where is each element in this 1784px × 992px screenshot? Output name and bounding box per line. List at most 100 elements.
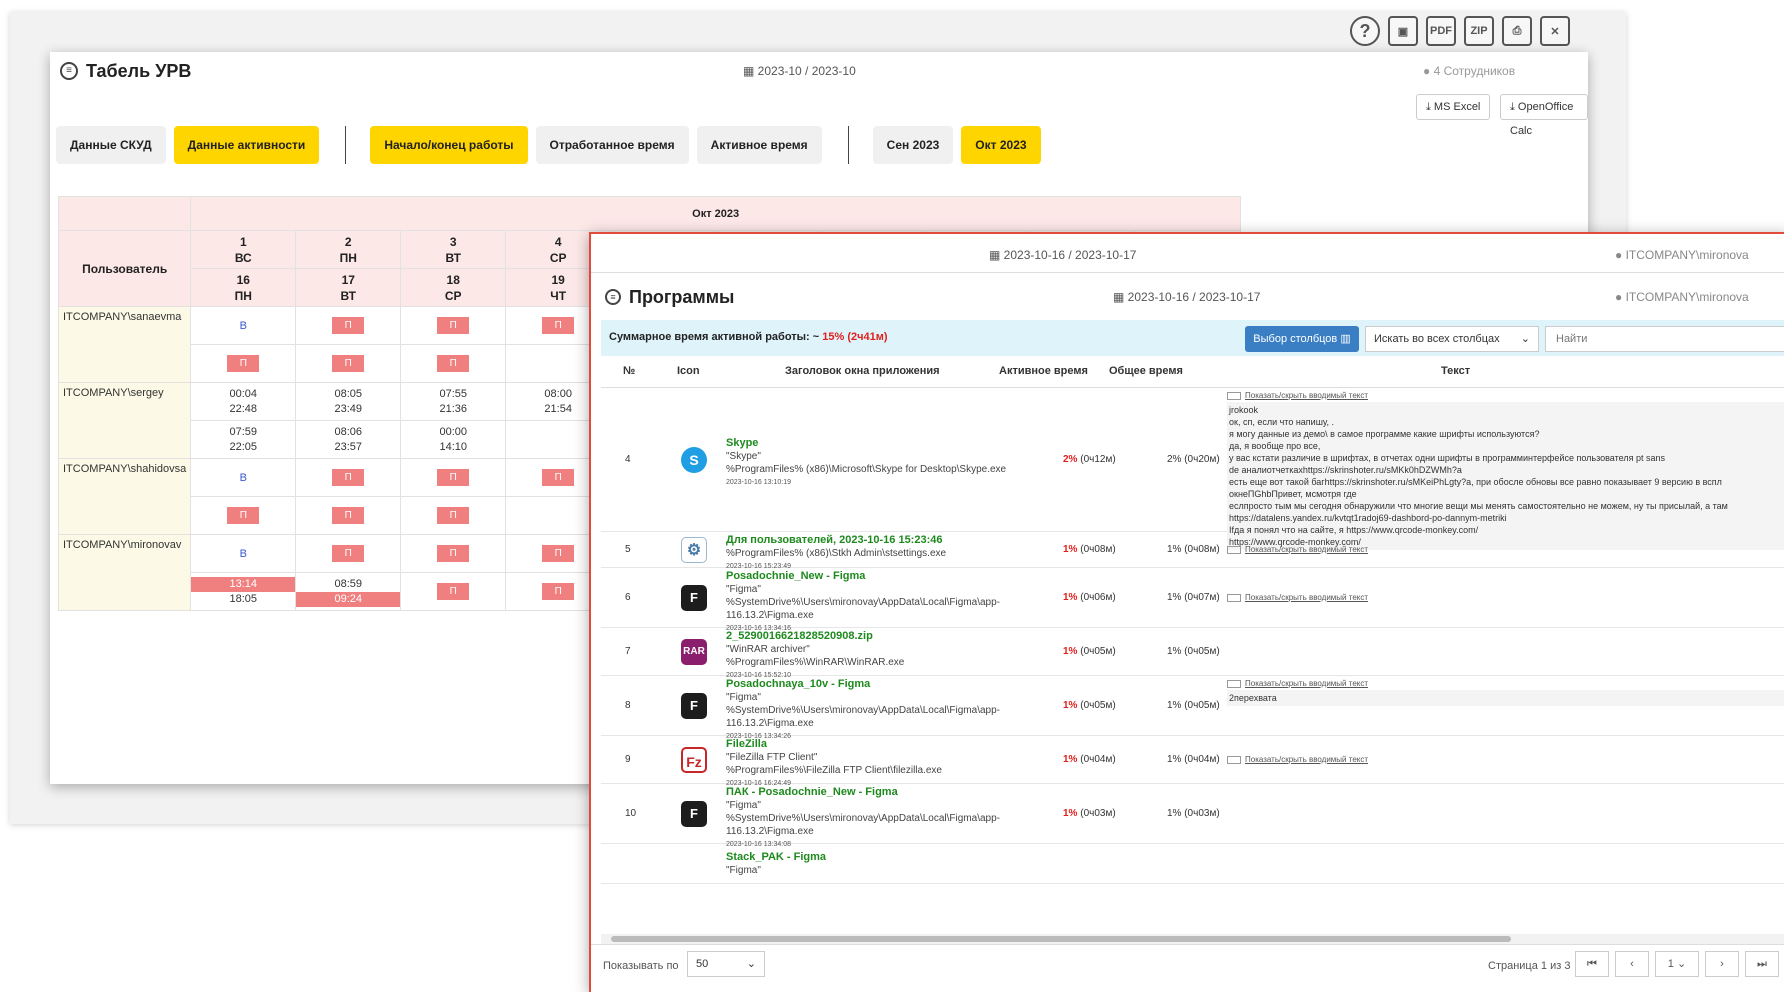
pdf-export-icon[interactable]: PDF <box>1426 16 1456 46</box>
page-number-select[interactable]: 1 ⌄ <box>1655 951 1699 977</box>
row-number: 5 <box>625 544 631 555</box>
table-row[interactable]: 8 F Posadochnaya_10v - Figma "Figma" %System… <box>601 676 1784 740</box>
table-row[interactable]: Stack_PAK - Figma "Figma" <box>601 844 1784 884</box>
table-row[interactable]: 9 Fz FileZilla "FileZilla FTP Client" %Progr… <box>601 736 1784 787</box>
toggle-typed-text-link[interactable]: Показать/скрыть вводимый текст <box>1227 678 1784 690</box>
month-oct[interactable]: Окт 2023 <box>961 126 1041 164</box>
close-icon[interactable]: ✕ <box>1540 16 1570 46</box>
filter-worked[interactable]: Отработанное время <box>535 126 689 164</box>
day-weekday: ВТ <box>445 250 461 265</box>
user-name[interactable]: ITCOMPANY\sergey <box>57 382 192 459</box>
employees-count[interactable]: ● 4 Сотрудников <box>1423 64 1515 78</box>
day-cell[interactable]: П <box>400 572 507 611</box>
toggle-typed-text-link[interactable]: Показать/скрыть вводимый текст <box>1227 544 1784 556</box>
prev-page-button[interactable]: ‹ <box>1615 951 1649 977</box>
active-duration: (0ч05м) <box>1080 646 1116 657</box>
scroll-thumb[interactable] <box>611 936 1511 942</box>
user-name[interactable]: ITCOMPANY\sanaevma <box>57 306 192 383</box>
next-page-button[interactable]: › <box>1705 951 1739 977</box>
app-timestamp: 2023-10-16 13:10:19 <box>726 478 791 486</box>
day-cell[interactable]: В <box>190 458 297 497</box>
day-cell[interactable]: 07:59 22:05 <box>190 420 297 459</box>
user[interactable]: ● ITCOMPANY\mironova <box>1615 290 1749 304</box>
app-window-title[interactable]: FileZilla <box>726 738 1036 751</box>
day-cell[interactable]: П <box>400 458 507 497</box>
col-num[interactable]: № <box>623 365 635 377</box>
help-icon[interactable]: ? <box>1350 16 1380 46</box>
typed-line: еслпросто тым мы сегодня обнаружили что … <box>1229 501 1728 511</box>
horizontal-scrollbar[interactable] <box>601 934 1784 944</box>
search-scope-select[interactable]: Искать во всех столбцах ⌄ <box>1365 326 1539 352</box>
app-window-title[interactable]: Для пользователей, 2023-10-16 15:23:46 <box>726 534 1036 547</box>
window-icon[interactable]: ▣ <box>1388 16 1418 46</box>
day-cell[interactable]: 00:00 14:10 <box>400 420 507 459</box>
app-window-title[interactable]: ПАК - Posadochnie_New - Figma <box>726 786 1036 799</box>
zip-export-icon[interactable]: ZIP <box>1464 16 1494 46</box>
col-active[interactable]: Активное время <box>999 365 1088 377</box>
day-cell[interactable]: П <box>190 496 297 535</box>
search-input[interactable] <box>1545 326 1784 352</box>
status-weekend: В <box>239 547 247 560</box>
toggle-typed-text-link[interactable]: Показать/скрыть вводимый текст <box>1227 754 1784 766</box>
col-title[interactable]: Заголовок окна приложения <box>785 365 940 377</box>
month-sep[interactable]: Сен 2023 <box>872 126 954 164</box>
programs-icon: ≡ <box>605 289 621 305</box>
filter-active[interactable]: Активное время <box>696 126 822 164</box>
user-column-header[interactable]: Пользователь <box>57 230 192 307</box>
active-duration: (0ч12м) <box>1080 454 1116 465</box>
filter-start-end[interactable]: Начало/конец работы <box>370 126 528 164</box>
page-size-select[interactable]: 50 ⌄ <box>687 951 765 977</box>
print-icon[interactable]: ⎙ <box>1502 16 1532 46</box>
export-calc-button[interactable]: ⤓ OpenOffice Calc <box>1500 94 1588 137</box>
day-cell[interactable]: П <box>190 344 297 383</box>
last-page-button[interactable]: ⏭ <box>1745 951 1779 977</box>
day-cell[interactable]: П <box>295 344 402 383</box>
day-cell[interactable]: П <box>295 534 402 573</box>
app-window-title[interactable]: 2_5290016621828520908.zip <box>726 630 1036 643</box>
table-row[interactable]: 7 RAR 2_5290016621828520908.zip "WinRAR arc… <box>601 628 1784 679</box>
day-cell[interactable]: П <box>400 496 507 535</box>
day-cell[interactable]: 00:04 22:48 <box>190 382 297 421</box>
toggle-typed-text-link[interactable]: Показать/скрыть вводимый текст <box>1227 390 1784 402</box>
status-present: П <box>437 469 470 486</box>
day-header: 2 ПН <box>295 230 402 269</box>
day-cell[interactable]: 13:14 18:05 <box>190 572 297 611</box>
col-text[interactable]: Текст <box>1441 365 1470 377</box>
app-window-title[interactable]: Skype <box>726 437 1036 450</box>
day-cell[interactable]: П <box>295 306 402 345</box>
filter-skud[interactable]: Данные СКУД <box>56 126 166 164</box>
export-excel-button[interactable]: ⤓ MS Excel <box>1416 94 1491 120</box>
user-name[interactable]: ITCOMPANY\shahidovsa <box>57 458 192 535</box>
day-cell[interactable]: 08:05 23:49 <box>295 382 402 421</box>
day-cell[interactable]: П <box>295 458 402 497</box>
app-detail: "Skype" <box>726 450 761 462</box>
table-row[interactable]: 5 ⚙ Для пользователей, 2023-10-16 15:23:46… <box>601 532 1784 570</box>
filter-activity[interactable]: Данные активности <box>173 126 320 164</box>
col-total[interactable]: Общее время <box>1109 365 1183 377</box>
first-page-button[interactable]: ⏮ <box>1575 951 1609 977</box>
day-cell[interactable]: 08:06 23:57 <box>295 420 402 459</box>
app-window-title[interactable]: Posadochnie_New - Figma <box>726 570 1036 583</box>
user-top[interactable]: ● ITCOMPANY\mironova <box>1615 248 1749 262</box>
toggle-typed-text-link[interactable]: Показать/скрыть вводимый текст <box>1227 592 1784 604</box>
day-cell[interactable]: В <box>190 306 297 345</box>
programs-window: ▦ 2023-10-16 / 2023-10-17 ● ITCOMPANY\mi… <box>589 232 1784 992</box>
day-cell[interactable]: В <box>190 534 297 573</box>
table-row[interactable]: 6 F Posadochnie_New - Figma "Figma" %SystemD… <box>601 568 1784 632</box>
columns-button[interactable]: Выбор столбцов ▥ <box>1245 326 1359 352</box>
time-value: 08:06 <box>334 425 363 438</box>
time-range: 07:55 21:36 <box>401 387 505 417</box>
day-cell[interactable]: П <box>400 306 507 345</box>
day-cell[interactable]: П <box>295 496 402 535</box>
day-cell[interactable]: 08:59 09:24 <box>295 572 402 611</box>
day-cell[interactable]: П <box>400 344 507 383</box>
col-icon[interactable]: Icon <box>677 365 700 377</box>
table-row[interactable]: 4 S Skype "Skype" %ProgramFiles% (x86)\Micro… <box>601 388 1784 550</box>
day-cell[interactable]: 07:55 21:36 <box>400 382 507 421</box>
day-cell[interactable]: П <box>400 534 507 573</box>
app-window-title[interactable]: Stack_PAK - Figma <box>726 851 1036 864</box>
app-window-title[interactable]: Posadochnaya_10v - Figma <box>726 678 1036 691</box>
table-row[interactable]: 10 F ПАК - Posadochnie_New - Figma "Figma"%… <box>601 784 1784 848</box>
user-name[interactable]: ITCOMPANY\mironovav <box>57 534 192 611</box>
status-present: П <box>332 317 365 334</box>
